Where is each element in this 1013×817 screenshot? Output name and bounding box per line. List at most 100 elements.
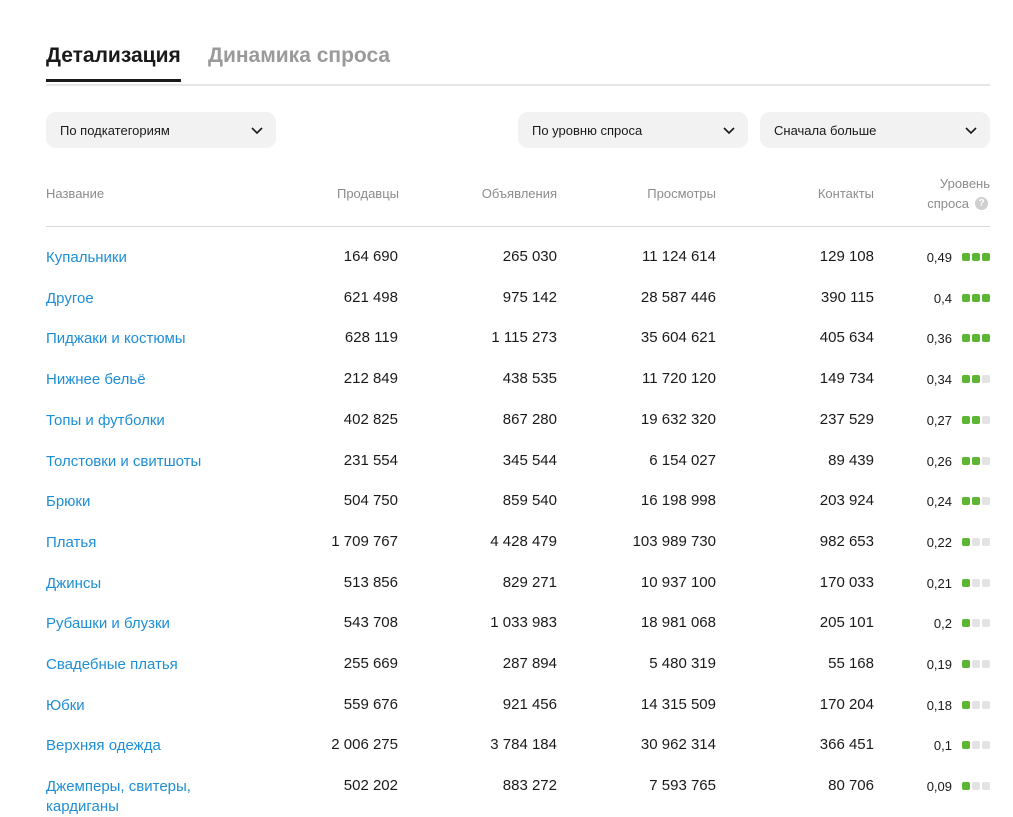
table-row[interactable]: Нижнее бельё 212 849 438 535 11 720 120 149 … <box>46 370 990 410</box>
demand-level-indicator <box>962 294 990 302</box>
help-icon[interactable]: ? <box>975 197 988 210</box>
category-link[interactable]: Пиджаки и костюмы <box>46 329 246 349</box>
demand-level-indicator <box>962 457 990 465</box>
demand-bar-segment <box>962 538 970 546</box>
category-link[interactable]: Джинсы <box>46 574 246 594</box>
demand-bar-segment <box>962 253 970 261</box>
category-link[interactable]: Верхняя одежда <box>46 736 246 756</box>
table-row[interactable]: Юбки 559 676 921 456 14 315 509 170 204 0,18 <box>46 696 990 736</box>
ads-value: 859 540 <box>502 492 557 509</box>
metric-select[interactable]: По уровню спроса <box>518 112 748 148</box>
demand-bar-segment <box>972 416 980 424</box>
contacts-value: 405 634 <box>819 329 874 346</box>
grouping-select-value: По подкатегориям <box>60 122 170 138</box>
demand-bar-segment <box>972 375 980 383</box>
contacts-value: 149 734 <box>819 370 874 387</box>
metric-select-value: По уровню спроса <box>532 122 643 138</box>
category-link[interactable]: Нижнее бельё <box>46 370 246 390</box>
views-value: 7 593 765 <box>649 777 716 794</box>
category-link[interactable]: Рубашки и блузки <box>46 614 246 634</box>
demand-bar-segment <box>982 660 990 668</box>
table-row[interactable]: Купальники 164 690 265 030 11 124 614 129 10… <box>46 248 990 288</box>
demand-level-indicator <box>962 741 990 749</box>
demand-bar-segment <box>972 253 980 261</box>
category-link[interactable]: Брюки <box>46 492 246 512</box>
column-header-name[interactable]: Название <box>46 186 104 201</box>
views-value: 30 962 314 <box>640 736 716 753</box>
sellers-value: 628 119 <box>344 329 398 346</box>
contacts-value: 170 033 <box>819 574 874 591</box>
table-row[interactable]: Джемперы, свитеры, кардиганы 502 202 883 2… <box>46 777 990 817</box>
demand-level-indicator <box>962 416 990 424</box>
category-link[interactable]: Юбки <box>46 696 246 716</box>
sellers-value: 621 498 <box>343 289 398 306</box>
sellers-value: 255 669 <box>343 655 398 672</box>
demand-level-value: 0,19 <box>926 657 952 672</box>
demand-level-indicator <box>962 619 990 627</box>
demand-level-indicator <box>962 538 990 546</box>
demand-level-value: 0,09 <box>926 779 952 794</box>
contacts-value: 170 204 <box>819 696 874 713</box>
ads-value: 1 115 273 <box>491 329 557 346</box>
demand-bar-segment <box>982 619 990 627</box>
demand-level-indicator <box>962 701 990 709</box>
demand-bar-segment <box>972 782 980 790</box>
category-link[interactable]: Купальники <box>46 248 246 268</box>
ads-value: 867 280 <box>502 411 557 428</box>
table-row[interactable]: Пиджаки и костюмы 628 119 1 115 273 35 604 … <box>46 329 990 369</box>
category-link[interactable]: Джемперы, свитеры, кардиганы <box>46 777 246 817</box>
category-link[interactable]: Толстовки и свитшоты <box>46 452 246 472</box>
category-link[interactable]: Платья <box>46 533 246 553</box>
table-row[interactable]: Другое 621 498 975 142 28 587 446 390 115 0,4 <box>46 289 990 329</box>
column-header-sellers[interactable]: Продавцы <box>337 186 399 201</box>
table-row[interactable]: Свадебные платья 255 669 287 894 5 480 319 5… <box>46 655 990 695</box>
ads-value: 438 535 <box>502 370 557 387</box>
demand-level-value: 0,49 <box>926 250 952 265</box>
column-header-ads[interactable]: Объявления <box>482 186 557 201</box>
table-row[interactable]: Платья 1 709 767 4 428 479 103 989 730 982 6… <box>46 533 990 573</box>
tab-demand-dynamics[interactable]: Динамика спроса <box>208 44 390 68</box>
demand-bar-segment <box>962 660 970 668</box>
grouping-select[interactable]: По подкатегориям <box>46 112 276 148</box>
contacts-value: 390 115 <box>820 289 874 306</box>
demand-bar-segment <box>982 701 990 709</box>
sellers-value: 543 708 <box>343 614 398 631</box>
views-value: 16 198 998 <box>640 492 716 509</box>
table-row[interactable]: Джинсы 513 856 829 271 10 937 100 170 033 0,2… <box>46 574 990 614</box>
demand-bar-segment <box>962 334 970 342</box>
table-row[interactable]: Верхняя одежда 2 006 275 3 784 184 30 962 3… <box>46 736 990 776</box>
demand-bar-segment <box>972 660 980 668</box>
views-value: 11 720 120 <box>642 370 716 387</box>
column-header-demand-line1[interactable]: Уровень <box>940 176 990 191</box>
demand-bar-segment <box>982 253 990 261</box>
demand-level-value: 0,24 <box>926 494 952 509</box>
tab-details[interactable]: Детализация <box>46 44 181 82</box>
column-header-views[interactable]: Просмотры <box>647 186 716 201</box>
demand-level-value: 0,22 <box>926 535 952 550</box>
column-header-contacts[interactable]: Контакты <box>818 186 874 201</box>
category-link[interactable]: Свадебные платья <box>46 655 246 675</box>
ads-value: 975 142 <box>502 289 557 306</box>
category-link[interactable]: Другое <box>46 289 246 309</box>
demand-level-value: 0,26 <box>926 454 952 469</box>
table-row[interactable]: Топы и футболки 402 825 867 280 19 632 320 2… <box>46 411 990 451</box>
views-value: 103 989 730 <box>632 533 716 550</box>
demand-level-value: 0,36 <box>926 331 952 346</box>
demand-bar-segment <box>972 741 980 749</box>
order-select[interactable]: Сначала больше <box>760 112 990 148</box>
table-row[interactable]: Толстовки и свитшоты 231 554 345 544 6 154 … <box>46 452 990 492</box>
demand-bar-segment <box>962 294 970 302</box>
demand-level-indicator <box>962 375 990 383</box>
demand-bar-segment <box>972 334 980 342</box>
column-header-demand-line2[interactable]: спроса <box>927 196 969 211</box>
sellers-value: 2 006 275 <box>331 736 398 753</box>
demand-bar-segment <box>972 538 980 546</box>
demand-bar-segment <box>972 294 980 302</box>
table-row[interactable]: Брюки 504 750 859 540 16 198 998 203 924 0,24 <box>46 492 990 532</box>
demand-bar-segment <box>972 579 980 587</box>
contacts-value: 366 451 <box>819 736 874 753</box>
category-link[interactable]: Топы и футболки <box>46 411 246 431</box>
table-row[interactable]: Рубашки и блузки 543 708 1 033 983 18 981 0… <box>46 614 990 654</box>
demand-bar-segment <box>982 538 990 546</box>
demand-level-indicator <box>962 253 990 261</box>
